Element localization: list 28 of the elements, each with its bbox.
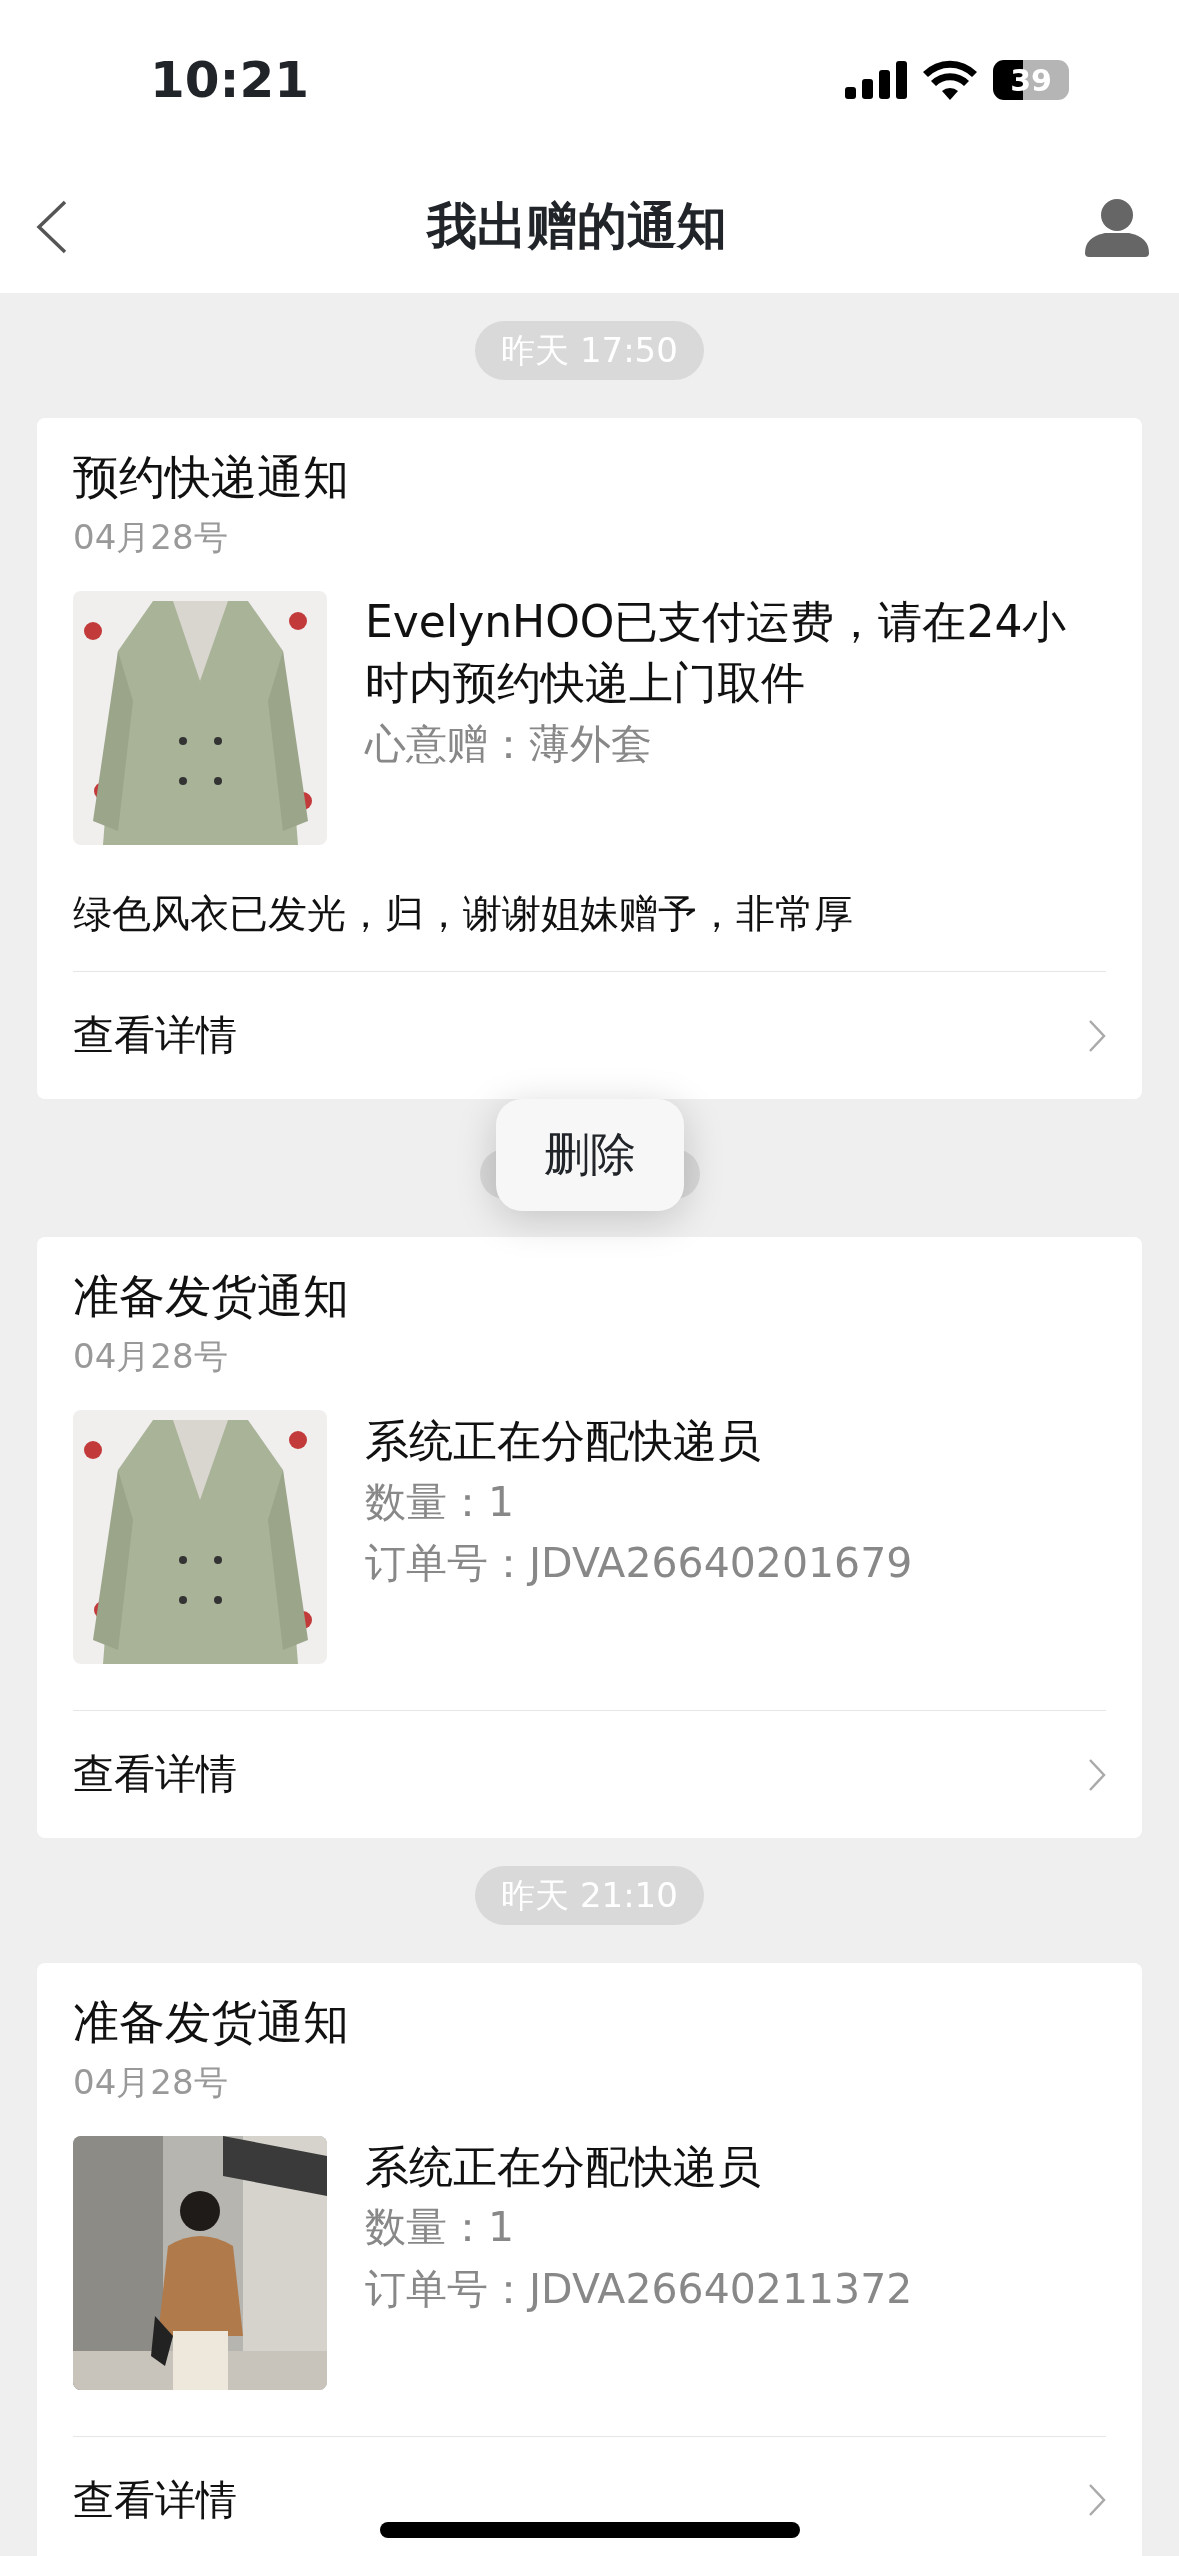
chevron-right-icon[interactable] — [1088, 1018, 1106, 1053]
delete-menu-item[interactable]: 删除 — [495, 1099, 684, 1212]
back-icon[interactable] — [36, 199, 68, 254]
view-details-link[interactable]: 查看详情 — [73, 1005, 237, 1067]
detail-text: 数量：1 — [365, 1476, 516, 1528]
card-title: 准备发货通知 — [73, 1268, 350, 1326]
message-text: 系统正在分配快递员 — [365, 1414, 762, 1469]
signal-icon — [845, 61, 907, 99]
profile-icon[interactable] — [1085, 196, 1149, 257]
message-text: EvelynHOO已支付运费，请在24小时内预约快递上门取件 — [365, 594, 1068, 711]
detail-text: 数量：1 — [365, 2202, 516, 2254]
wifi-icon — [923, 60, 977, 100]
chevron-right-icon[interactable] — [1088, 1757, 1106, 1792]
detail-text: 订单号：JDVA26640211372 — [365, 2264, 913, 2315]
card-title: 准备发货通知 — [73, 1994, 350, 2052]
status-time: 10:21 — [150, 49, 310, 111]
chevron-right-icon[interactable] — [1088, 2483, 1106, 2518]
detail-text: 心意赠：薄外套 — [365, 719, 653, 770]
card-date: 04月28号 — [73, 1335, 229, 1379]
message-text: 系统正在分配快递员 — [365, 2139, 762, 2194]
note-text: 绿色风衣已发光，归，谢谢姐妹赠予，非常厚 — [73, 889, 854, 938]
view-details-link[interactable]: 查看详情 — [73, 1743, 237, 1806]
page-title: 我出赠的通知 — [426, 196, 727, 257]
card-date: 04月28号 — [73, 515, 229, 559]
view-details-link[interactable]: 查看详情 — [73, 2469, 237, 2532]
card-date: 04月28号 — [73, 2060, 229, 2104]
card-title: 预约快递通知 — [73, 449, 350, 506]
detail-text: 订单号：JDVA26640201679 — [365, 1538, 913, 1590]
